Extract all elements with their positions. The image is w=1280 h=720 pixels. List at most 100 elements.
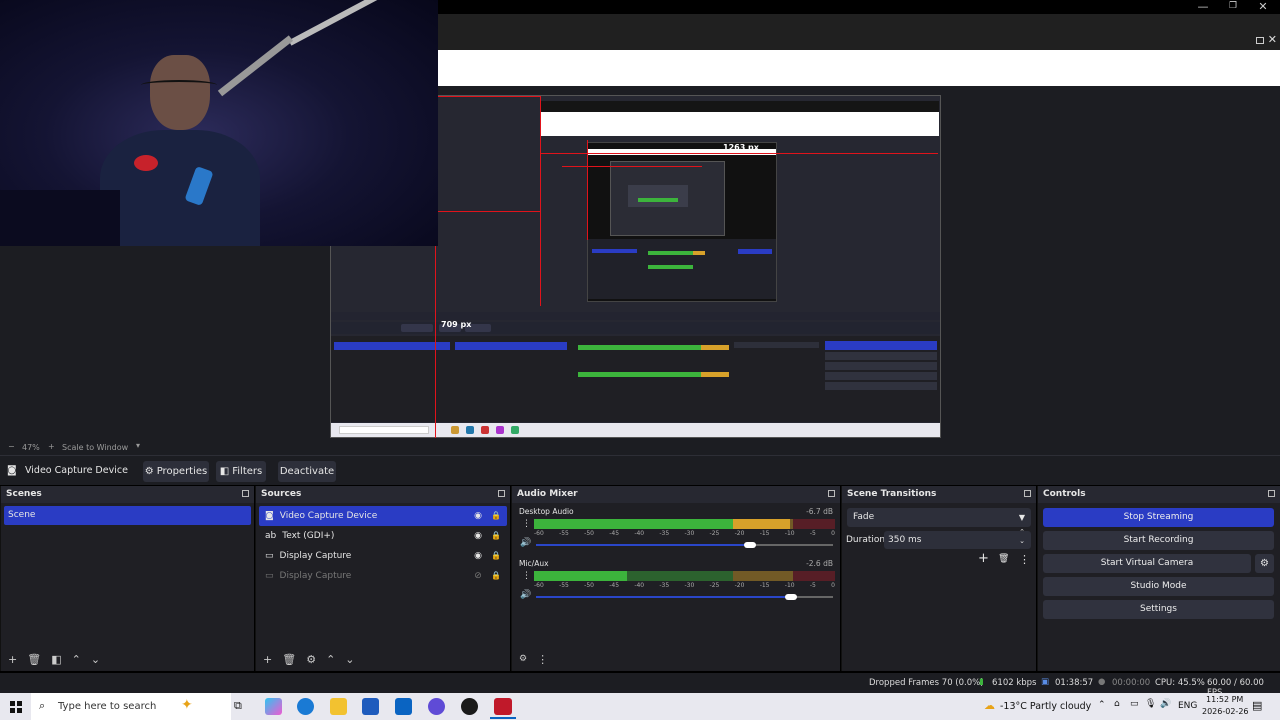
move-up-icon[interactable]: ⌃ — [72, 653, 81, 666]
add-icon[interactable]: + — [263, 653, 272, 666]
clock-date[interactable]: 2026-02-26 — [1202, 707, 1249, 716]
lock-icon[interactable]: 🔒 — [491, 571, 501, 581]
stop-streaming-button[interactable]: Stop Streaming — [1043, 508, 1274, 527]
volume-slider[interactable] — [536, 542, 833, 548]
app-icon[interactable] — [428, 698, 445, 715]
eye-icon[interactable]: ◉ — [473, 551, 483, 561]
popout-icon[interactable] — [1268, 490, 1275, 497]
source-item[interactable]: ab Text (GDI+) ◉ 🔒 — [259, 526, 507, 546]
filters-button[interactable]: ◧ Filters — [216, 461, 266, 482]
transition-select[interactable]: Fade ▼ — [847, 508, 1031, 527]
lock-icon[interactable]: 🔒 — [491, 511, 501, 521]
scene-item[interactable]: Scene — [4, 506, 251, 525]
sources-title: Sources — [261, 489, 302, 499]
close-button[interactable]: ✕ — [1248, 0, 1278, 14]
move-up-icon[interactable]: ⌃ — [326, 653, 335, 666]
clock-time[interactable]: 11:52 PM — [1206, 695, 1243, 704]
popout-icon[interactable] — [1024, 490, 1031, 497]
properties-button[interactable]: ⚙ Properties — [143, 461, 209, 482]
lock-icon[interactable]: 🔒 — [491, 531, 501, 541]
windows-start-icon[interactable] — [10, 701, 22, 713]
restore-button[interactable]: ❐ — [1218, 0, 1248, 14]
add-icon[interactable]: + — [978, 551, 989, 566]
deactivate-button[interactable]: Deactivate — [278, 461, 336, 482]
filters-label: Filters — [232, 466, 263, 477]
volume-icon[interactable]: 🔊 — [1160, 699, 1171, 709]
trash-icon[interactable]: 🗑 — [998, 554, 1009, 564]
captured-white-bar — [438, 50, 1280, 86]
eye-icon[interactable]: ◉ — [473, 511, 483, 521]
outlook-icon[interactable] — [395, 698, 412, 715]
preview-status-row: − 47% + Scale to Window ▾ — [0, 440, 1280, 455]
obs-icon[interactable] — [461, 698, 478, 715]
start-recording-button[interactable]: Start Recording — [1043, 531, 1274, 550]
channel-db: -2.6 dB — [806, 559, 833, 568]
chevron-down-icon[interactable]: ▾ — [136, 441, 140, 450]
monitor-icon: ▭ — [265, 571, 274, 581]
weather-text[interactable]: -13°C Partly cloudy — [1000, 701, 1091, 712]
source-item[interactable]: ▭ Display Capture ◉ 🔒 — [259, 546, 507, 566]
settings-button[interactable]: Settings — [1043, 600, 1274, 619]
minimize-button[interactable]: — — [1188, 0, 1218, 14]
battery-icon[interactable]: ▭ — [1130, 699, 1139, 709]
eye-icon[interactable]: ◉ — [473, 531, 483, 541]
gear-icon: ⚙ — [144, 466, 154, 477]
obs-status-bar: Dropped Frames 70 (0.0%) ▮ 6102 kbps ▣ 0… — [0, 673, 1280, 698]
tray-chevron-icon[interactable]: ⌃ — [1098, 700, 1106, 710]
kebab-menu-icon[interactable]: ⋮ — [1019, 553, 1030, 566]
store-icon[interactable] — [362, 698, 379, 715]
zoom-in-icon[interactable]: + — [48, 442, 55, 451]
popout-icon[interactable] — [242, 490, 249, 497]
trash-icon[interactable]: 🗑 — [27, 653, 41, 666]
webcam-feed[interactable] — [0, 0, 438, 246]
source-item[interactable]: ▭ Display Capture ⊘ 🔒 — [259, 566, 507, 586]
scale-select[interactable]: Scale to Window — [62, 443, 128, 452]
task-view-icon[interactable]: ⧉ — [234, 699, 242, 713]
meter-tick-label: -30 — [684, 582, 695, 589]
scenes-header: Scenes — [1, 486, 254, 503]
height-measure-label: 709 px — [441, 320, 472, 329]
gear-icon[interactable]: ⚙ — [306, 653, 316, 666]
stepper-icon[interactable]: ⌃ ⌄ — [1019, 528, 1025, 546]
popout-icon[interactable] — [828, 490, 835, 497]
network-icon[interactable]: ⌂ — [1114, 699, 1120, 709]
add-icon[interactable]: + — [8, 653, 17, 666]
chevron-down-icon: ▼ — [1018, 513, 1025, 522]
zoom-out-icon[interactable]: − — [8, 442, 15, 451]
start-virtual-camera-button[interactable]: Start Virtual Camera — [1043, 554, 1251, 573]
virtual-camera-settings-button[interactable]: ⚙ — [1255, 554, 1274, 573]
duration-input[interactable]: 350 ms ⌃ ⌄ — [884, 528, 1031, 549]
source-label: Text (GDI+) — [282, 531, 335, 541]
scene-filter-icon[interactable]: ◧ — [51, 653, 61, 666]
notification-icon[interactable]: ▤ — [1252, 699, 1262, 712]
mic-icon[interactable]: 🎙 — [1145, 699, 1156, 709]
file-explorer-icon[interactable] — [330, 698, 347, 715]
kebab-menu-icon[interactable]: ⋮ — [537, 653, 548, 666]
advanced-audio-icon[interactable]: ⚙ — [519, 654, 527, 664]
move-down-icon[interactable]: ⌄ — [91, 653, 100, 666]
source-item[interactable]: ◙ Video Capture Device ◉ 🔒 — [259, 506, 507, 526]
volume-slider[interactable] — [536, 594, 833, 600]
popout-icon[interactable] — [498, 490, 505, 497]
eye-hidden-icon[interactable]: ⊘ — [473, 571, 483, 581]
slider-track-remainder — [749, 544, 833, 546]
controls-header: Controls — [1038, 486, 1280, 503]
kebab-menu-icon[interactable]: ⋮ — [522, 571, 531, 581]
move-down-icon[interactable]: ⌄ — [345, 653, 354, 666]
voice-app-icon[interactable] — [494, 698, 512, 715]
zoom-level: 47% — [22, 443, 40, 452]
speaker-icon[interactable]: 🔊 — [520, 538, 531, 548]
kebab-menu-icon[interactable]: ⋮ — [522, 519, 531, 529]
source-label: Video Capture Device — [279, 511, 378, 521]
taskbar-search[interactable]: ⌕ Type here to search ✦ — [31, 693, 231, 720]
text-icon: ab — [265, 531, 277, 541]
studio-mode-button[interactable]: Studio Mode — [1043, 577, 1274, 596]
copilot-icon[interactable] — [265, 698, 282, 715]
lock-icon[interactable]: 🔒 — [491, 551, 501, 561]
speaker-icon[interactable]: 🔊 — [520, 590, 531, 600]
edge-icon[interactable] — [297, 698, 314, 715]
language-indicator[interactable]: ENG — [1178, 701, 1197, 711]
volume-slider-knob[interactable] — [743, 542, 756, 548]
volume-slider-knob[interactable] — [785, 594, 798, 600]
trash-icon[interactable]: 🗑 — [282, 653, 296, 666]
